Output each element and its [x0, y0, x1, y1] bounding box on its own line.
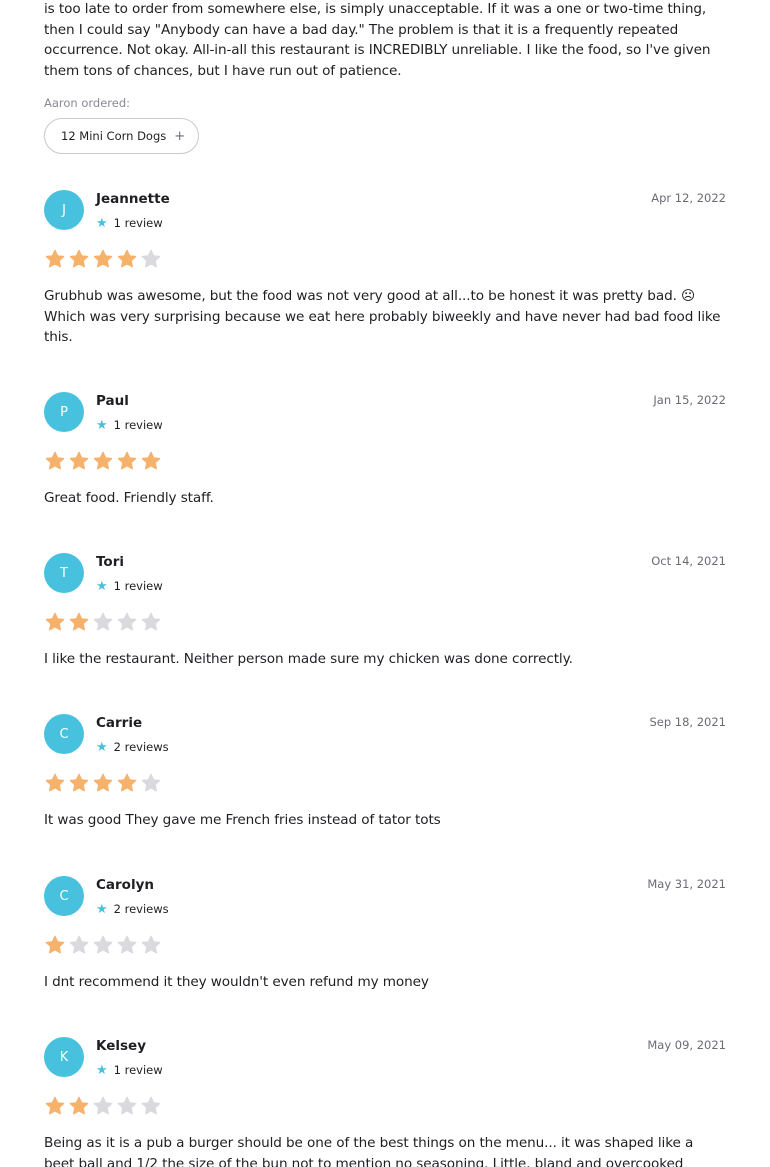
review-text: It was good They gave me French fries in…: [44, 812, 441, 828]
avatar: P: [44, 392, 84, 432]
star-empty-icon: [93, 935, 113, 954]
star-filled-icon: [69, 249, 89, 268]
ordered-item-chip[interactable]: 12 Mini Corn Dogs +: [44, 118, 199, 154]
star-empty-icon: [141, 773, 161, 792]
review-count: ★ 1 review: [96, 1063, 163, 1077]
review-count-label: 1 review: [113, 1063, 163, 1077]
star-filled-icon: [45, 451, 65, 470]
review-count-label: 1 review: [113, 579, 163, 593]
star-filled-icon: [45, 612, 65, 631]
star-rating: [44, 1095, 162, 1117]
star-empty-icon: [69, 935, 89, 954]
star-empty-icon: [141, 1096, 161, 1115]
star-empty-icon: [117, 935, 137, 954]
star-empty-icon: [141, 935, 161, 954]
review-text: I dnt recommend it they wouldn't even re…: [44, 974, 429, 990]
review-count-label: 2 reviews: [113, 740, 169, 754]
star-filled-icon: [45, 773, 65, 792]
review-text: I like the restaurant. Neither person ma…: [44, 651, 573, 667]
review-date: Jan 15, 2022: [653, 393, 726, 407]
star-empty-icon: [141, 612, 161, 631]
review-count: ★ 2 reviews: [96, 740, 169, 754]
star-filled-icon: [69, 773, 89, 792]
star-rating: [44, 248, 162, 270]
reviewer-name[interactable]: Paul: [96, 393, 129, 409]
review-text: Great food. Friendly staff.: [44, 490, 214, 506]
star-filled-icon: [117, 773, 137, 792]
ordered-item-label: 12 Mini Corn Dogs: [61, 129, 167, 143]
star-icon: ★: [96, 901, 108, 917]
review-text: Being as it is a pub a burger should be …: [44, 1135, 694, 1167]
star-filled-icon: [45, 1096, 65, 1115]
star-filled-icon: [69, 451, 89, 470]
review-count: ★ 1 review: [96, 579, 163, 593]
review-date: Apr 12, 2022: [651, 191, 726, 205]
review-text: Grubhub was awesome, but the food was no…: [44, 288, 721, 345]
star-icon: ★: [96, 578, 108, 594]
review-count-label: 1 review: [113, 216, 163, 230]
star-filled-icon: [117, 249, 137, 268]
star-empty-icon: [93, 1096, 113, 1115]
star-filled-icon: [141, 451, 161, 470]
star-icon: ★: [96, 215, 108, 231]
review-count: ★ 1 review: [96, 418, 163, 432]
avatar: C: [44, 714, 84, 754]
review-count-label: 2 reviews: [113, 902, 169, 916]
review-date: Sep 18, 2021: [649, 715, 726, 729]
review-count: ★ 1 review: [96, 216, 163, 230]
star-filled-icon: [117, 451, 137, 470]
avatar: T: [44, 553, 84, 593]
star-filled-icon: [69, 1096, 89, 1115]
star-icon: ★: [96, 739, 108, 755]
avatar: J: [44, 190, 84, 230]
star-empty-icon: [117, 1096, 137, 1115]
star-rating: [44, 934, 162, 956]
reviews-page: is too late to order from somewhere else…: [0, 0, 770, 1167]
reviewer-name[interactable]: Kelsey: [96, 1038, 146, 1054]
star-rating: [44, 450, 162, 472]
review-date: May 09, 2021: [647, 1038, 726, 1052]
review-count-label: 1 review: [113, 418, 163, 432]
ordered-label: Aaron ordered:: [44, 96, 131, 110]
review-date: Oct 14, 2021: [651, 554, 726, 568]
reviewer-name[interactable]: Carolyn: [96, 877, 154, 893]
star-icon: ★: [96, 417, 108, 433]
reviewer-name[interactable]: Carrie: [96, 715, 142, 731]
star-filled-icon: [45, 249, 65, 268]
star-icon: ★: [96, 1062, 108, 1078]
star-empty-icon: [93, 612, 113, 631]
review-count: ★ 2 reviews: [96, 902, 169, 916]
reviewer-name[interactable]: Tori: [96, 554, 124, 570]
review-date: May 31, 2021: [647, 877, 726, 891]
star-filled-icon: [93, 451, 113, 470]
star-empty-icon: [141, 249, 161, 268]
reviewer-name[interactable]: Jeannette: [96, 191, 170, 207]
review-text: is too late to order from somewhere else…: [44, 1, 711, 79]
star-rating: [44, 772, 162, 794]
star-filled-icon: [93, 773, 113, 792]
plus-icon: +: [174, 128, 186, 144]
star-filled-icon: [45, 935, 65, 954]
avatar: K: [44, 1037, 84, 1077]
star-rating: [44, 611, 162, 633]
avatar: C: [44, 876, 84, 916]
star-filled-icon: [93, 249, 113, 268]
star-filled-icon: [69, 612, 89, 631]
star-empty-icon: [117, 612, 137, 631]
